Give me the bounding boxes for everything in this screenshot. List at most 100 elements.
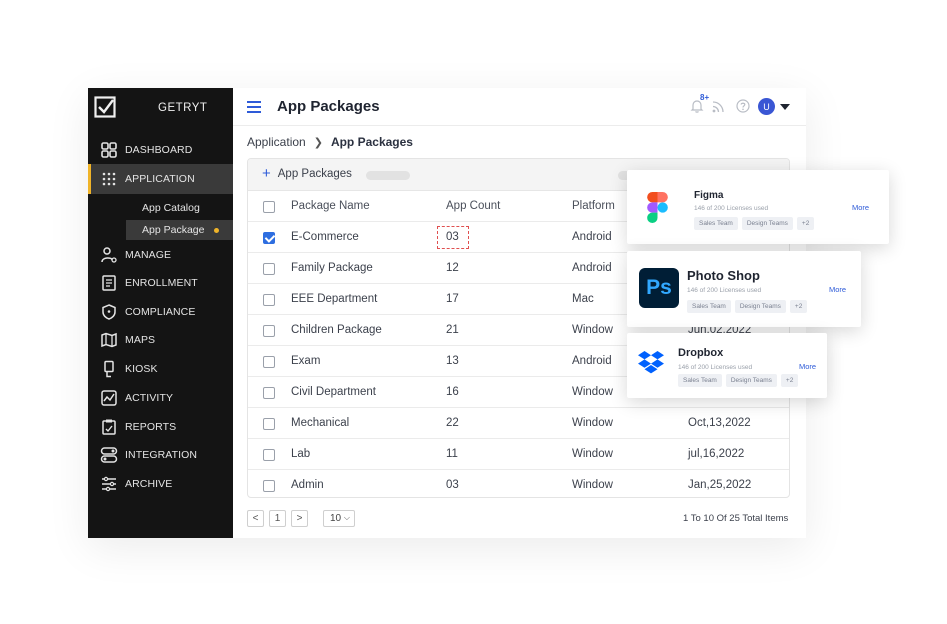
row-checkbox[interactable] bbox=[263, 294, 275, 306]
row-checkbox[interactable] bbox=[263, 232, 275, 244]
row-checkbox[interactable] bbox=[263, 480, 275, 492]
cell-app-count: 11 bbox=[446, 448, 458, 460]
app-card-license-usage: 146 of 200 Licenses used bbox=[694, 205, 769, 212]
breadcrumb-root[interactable]: Application bbox=[247, 135, 306, 149]
breadcrumb: Application ❯ App Packages bbox=[247, 135, 413, 149]
avatar[interactable]: U bbox=[758, 98, 775, 115]
sidebar-subitem-label: App Catalog bbox=[142, 202, 200, 214]
row-checkbox[interactable] bbox=[263, 387, 275, 399]
row-checkbox[interactable] bbox=[263, 263, 275, 275]
placeholder-pill bbox=[366, 171, 410, 180]
next-page-button[interactable]: > bbox=[291, 510, 308, 527]
row-checkbox[interactable] bbox=[263, 418, 275, 430]
sidebar-item-kiosk[interactable]: KIOSK bbox=[88, 354, 233, 384]
active-dot bbox=[214, 228, 219, 233]
sidebar: GETRYT DASHBOARD APPLICATION App Catalog… bbox=[88, 88, 233, 538]
tag: Sales Team bbox=[678, 374, 722, 387]
cell-platform: Android bbox=[572, 231, 612, 243]
tag: +2 bbox=[796, 217, 815, 230]
page-size-value: 10 bbox=[330, 513, 342, 524]
column-header-platform[interactable]: Platform bbox=[572, 200, 615, 212]
integration-icon bbox=[100, 447, 118, 463]
sidebar-item-reports[interactable]: REPORTS bbox=[88, 412, 233, 442]
sidebar-item-manage[interactable]: MANAGE bbox=[88, 240, 233, 270]
sidebar-item-label: KIOSK bbox=[125, 363, 158, 375]
app-card-tags: Sales Team Design Teams +2 bbox=[694, 217, 818, 230]
more-link[interactable]: More bbox=[829, 285, 846, 294]
sidebar-subitem-app-catalog[interactable]: App Catalog bbox=[126, 198, 233, 218]
cell-platform: Window bbox=[572, 324, 613, 336]
app-card-photoshop[interactable]: Ps Photo Shop 146 of 200 Licenses used S… bbox=[627, 251, 861, 327]
chevron-down-icon: ⌵ bbox=[343, 513, 350, 522]
chevron-down-icon[interactable] bbox=[780, 104, 790, 110]
column-header-app-count[interactable]: App Count bbox=[446, 200, 500, 212]
cell-package-name: E-Commerce bbox=[291, 231, 359, 243]
table-row[interactable]: Lab 11 Window jul,16,2022 bbox=[248, 439, 789, 470]
cell-app-count: 22 bbox=[446, 417, 459, 429]
sidebar-item-label: INTEGRATION bbox=[125, 449, 198, 461]
tag: +2 bbox=[789, 300, 808, 313]
add-app-package-button[interactable]: + App Packages bbox=[262, 166, 352, 181]
pagination-summary: 1 To 10 Of 25 Total Items bbox=[683, 513, 789, 524]
rss-icon[interactable] bbox=[712, 100, 725, 113]
table-row[interactable]: Mechanical 22 Window Oct,13,2022 bbox=[248, 408, 789, 439]
sidebar-item-enrollment[interactable]: ENROLLMENT bbox=[88, 268, 233, 298]
figma-logo-icon bbox=[647, 192, 668, 223]
row-checkbox[interactable] bbox=[263, 325, 275, 337]
hamburger-menu-icon[interactable] bbox=[247, 101, 261, 113]
sidebar-item-maps[interactable]: MAPS bbox=[88, 325, 233, 355]
kiosk-icon bbox=[104, 360, 114, 378]
cell-app-count: 03 bbox=[446, 231, 459, 243]
cell-app-count: 16 bbox=[446, 386, 459, 398]
shield-icon bbox=[102, 304, 116, 320]
sidebar-item-label: MANAGE bbox=[125, 249, 172, 261]
column-header-package-name[interactable]: Package Name bbox=[291, 200, 370, 212]
select-all-checkbox[interactable] bbox=[263, 201, 275, 213]
sidebar-subitem-app-package[interactable]: App Package bbox=[126, 220, 233, 240]
cell-app-count: 17 bbox=[446, 293, 459, 305]
more-link[interactable]: More bbox=[852, 203, 869, 212]
tag: Design Teams bbox=[741, 217, 793, 230]
prev-page-button[interactable]: < bbox=[247, 510, 264, 527]
app-card-dropbox[interactable]: Dropbox 146 of 200 Licenses used Sales T… bbox=[627, 333, 827, 398]
cell-date: Oct,13,2022 bbox=[688, 417, 751, 429]
sidebar-item-label: APPLICATION bbox=[125, 173, 195, 185]
tag: Sales Team bbox=[687, 300, 731, 313]
cell-package-name: Children Package bbox=[291, 324, 382, 336]
sidebar-item-archive[interactable]: ARCHIVE bbox=[88, 469, 233, 499]
app-card-license-usage: 146 of 200 Licenses used bbox=[687, 287, 762, 294]
app-card-tags: Sales Team Design Teams +2 bbox=[678, 374, 802, 387]
row-checkbox[interactable] bbox=[263, 449, 275, 461]
app-card-name: Photo Shop bbox=[687, 268, 760, 283]
dashboard-icon bbox=[101, 142, 117, 158]
app-card-figma[interactable]: Figma 146 of 200 Licenses used Sales Tea… bbox=[627, 170, 889, 244]
sidebar-item-application[interactable]: APPLICATION bbox=[88, 164, 233, 194]
sidebar-item-activity[interactable]: ACTIVITY bbox=[88, 383, 233, 413]
cell-platform: Window bbox=[572, 479, 613, 491]
photoshop-logo-icon: Ps bbox=[639, 268, 679, 308]
dropbox-logo-icon bbox=[638, 351, 664, 374]
page-size-select[interactable]: 10 ⌵ bbox=[323, 510, 355, 527]
cell-app-count: 13 bbox=[446, 355, 459, 367]
table-row[interactable]: Admin 03 Window Jan,25,2022 bbox=[248, 470, 789, 497]
sidebar-item-compliance[interactable]: COMPLIANCE bbox=[88, 297, 233, 327]
cell-platform: Mac bbox=[572, 293, 594, 305]
more-link[interactable]: More bbox=[799, 362, 816, 371]
sidebar-item-label: REPORTS bbox=[125, 421, 177, 433]
notification-badge: 8+ bbox=[700, 93, 710, 102]
page-number-button[interactable]: 1 bbox=[269, 510, 286, 527]
row-checkbox[interactable] bbox=[263, 356, 275, 368]
cell-package-name: Admin bbox=[291, 479, 324, 491]
sidebar-subitem-label: App Package bbox=[142, 224, 205, 236]
archive-icon bbox=[102, 476, 116, 492]
app-card-name: Figma bbox=[694, 190, 724, 201]
sidebar-item-dashboard[interactable]: DASHBOARD bbox=[88, 135, 233, 165]
tag: +2 bbox=[780, 374, 799, 387]
help-icon[interactable] bbox=[736, 99, 750, 113]
sidebar-item-label: ENROLLMENT bbox=[125, 277, 198, 289]
cell-package-name: EEE Department bbox=[291, 293, 378, 305]
tag: Design Teams bbox=[734, 300, 786, 313]
cell-app-count: 12 bbox=[446, 262, 459, 274]
sidebar-item-integration[interactable]: INTEGRATION bbox=[88, 440, 233, 470]
add-app-package-label: App Packages bbox=[277, 168, 352, 180]
